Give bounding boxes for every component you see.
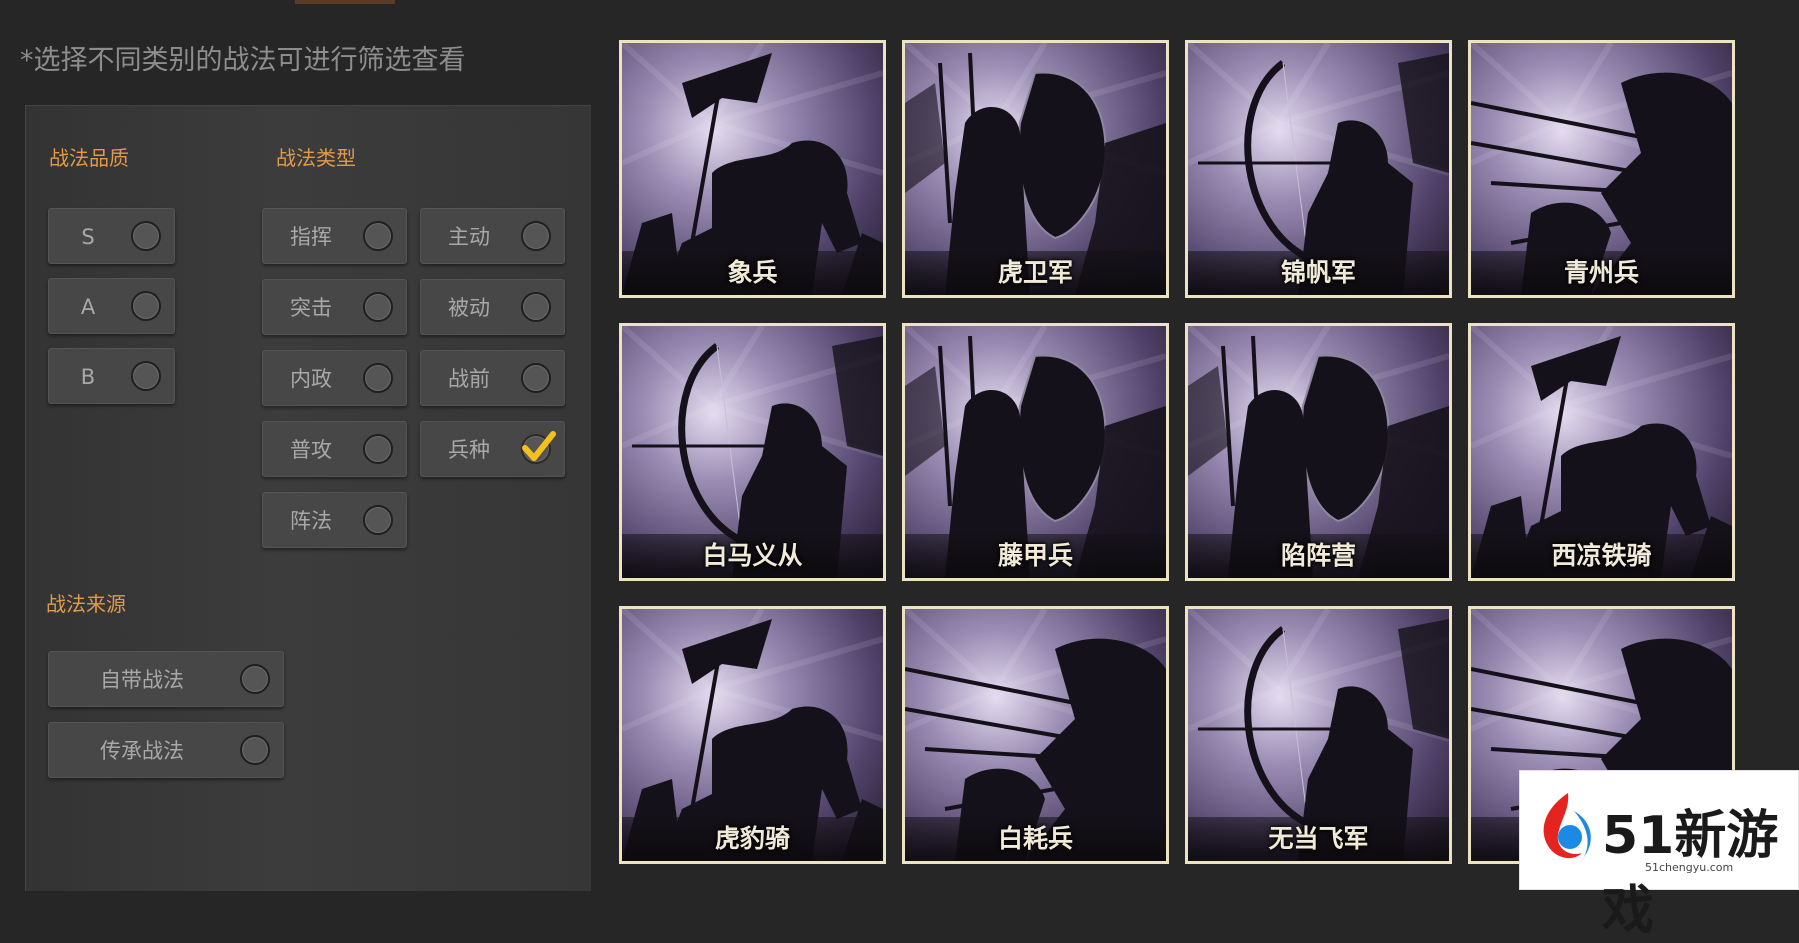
- troop-card[interactable]: 虎卫军: [902, 40, 1169, 298]
- filter-option-label: B: [80, 365, 96, 389]
- filter-option-type[interactable]: 阵法: [262, 492, 407, 548]
- troop-card[interactable]: 象兵: [619, 40, 886, 298]
- troop-name: 虎豹骑: [714, 824, 790, 853]
- radio-icon[interactable]: [131, 291, 161, 321]
- filter-option-label: 指挥: [290, 225, 332, 249]
- radio-icon[interactable]: [363, 221, 393, 251]
- troop-card[interactable]: 藤甲兵: [902, 323, 1169, 581]
- troop-name: 青州兵: [1563, 258, 1639, 287]
- filter-option-type[interactable]: 指挥: [262, 208, 407, 264]
- quality-title: 战法品质: [49, 146, 129, 170]
- radio-icon[interactable]: [363, 505, 393, 535]
- filter-option-label: A: [80, 295, 96, 319]
- filter-option-quality[interactable]: A: [48, 278, 175, 334]
- filter-option-label: 被动: [448, 296, 490, 320]
- filter-option-quality[interactable]: B: [48, 348, 175, 404]
- radio-icon[interactable]: [131, 221, 161, 251]
- troop-name: 虎卫军: [997, 258, 1073, 287]
- troop-card[interactable]: 锦帆军: [1185, 40, 1452, 298]
- top-accent: [295, 0, 395, 4]
- watermark: 51新游戏 51chengyu.com: [1519, 770, 1799, 941]
- type-title: 战法类型: [276, 146, 356, 170]
- troop-name: 无当飞军: [1268, 824, 1369, 853]
- filter-option-label: 内政: [290, 367, 332, 391]
- filter-option-label: 阵法: [290, 509, 332, 533]
- troop-card[interactable]: 西凉铁骑: [1468, 323, 1735, 581]
- radio-icon[interactable]: [131, 361, 161, 391]
- filter-option-type[interactable]: 普攻: [262, 421, 407, 477]
- filter-option-type[interactable]: 兵种: [420, 421, 565, 477]
- troop-card[interactable]: 白耗兵: [902, 606, 1169, 864]
- filter-option-label: 传承战法: [100, 739, 184, 763]
- radio-icon[interactable]: [240, 735, 270, 765]
- radio-icon[interactable]: [240, 664, 270, 694]
- radio-icon[interactable]: [521, 292, 551, 322]
- radio-icon[interactable]: [521, 363, 551, 393]
- troop-card[interactable]: 白马义从: [619, 323, 886, 581]
- troop-name: 白耗兵: [997, 824, 1073, 853]
- troop-name: 藤甲兵: [997, 541, 1073, 570]
- filter-option-type[interactable]: 战前: [420, 350, 565, 406]
- radio-icon[interactable]: [521, 221, 551, 251]
- filter-option-type[interactable]: 主动: [420, 208, 565, 264]
- filter-option-label: 兵种: [448, 438, 490, 462]
- filter-panel: 战法品质 战法类型 战法来源 S A B 指挥 主动突击 被动内政 战前普攻 兵种阵法 自带…: [25, 105, 591, 891]
- filter-option-quality[interactable]: S: [48, 208, 175, 264]
- watermark-logo-icon: [1543, 793, 1591, 859]
- filter-option-type[interactable]: 内政: [262, 350, 407, 406]
- radio-icon[interactable]: [363, 292, 393, 322]
- filter-option-label: 自带战法: [100, 668, 184, 692]
- filter-option-type[interactable]: 突击: [262, 279, 407, 335]
- filter-option-source[interactable]: 自带战法: [48, 651, 284, 707]
- troop-card[interactable]: 陷阵营: [1185, 323, 1452, 581]
- filter-option-label: 普攻: [290, 438, 332, 462]
- filter-option-source[interactable]: 传承战法: [48, 722, 284, 778]
- troop-name: 西凉铁骑: [1551, 541, 1652, 570]
- troop-name: 象兵: [727, 258, 778, 287]
- radio-checked-icon[interactable]: [521, 431, 556, 464]
- troop-card[interactable]: 无当飞军: [1185, 606, 1452, 864]
- filter-option-label: 突击: [290, 296, 332, 320]
- source-title: 战法来源: [46, 592, 126, 616]
- troop-name: 白马义从: [702, 541, 803, 570]
- troop-name: 陷阵营: [1280, 541, 1356, 570]
- troop-card[interactable]: 青州兵: [1468, 40, 1735, 298]
- troop-card[interactable]: 虎豹骑: [619, 606, 886, 864]
- troop-name: 锦帆军: [1280, 258, 1356, 287]
- filter-option-type[interactable]: 被动: [420, 279, 565, 335]
- filter-option-label: S: [81, 225, 95, 249]
- filter-option-label: 主动: [448, 225, 490, 249]
- filter-hint: *选择不同类别的战法可进行筛选查看: [20, 45, 466, 76]
- radio-icon[interactable]: [363, 434, 393, 464]
- radio-icon[interactable]: [363, 363, 393, 393]
- filter-option-label: 战前: [448, 367, 490, 391]
- watermark-url: 51chengyu.com: [1645, 861, 1734, 874]
